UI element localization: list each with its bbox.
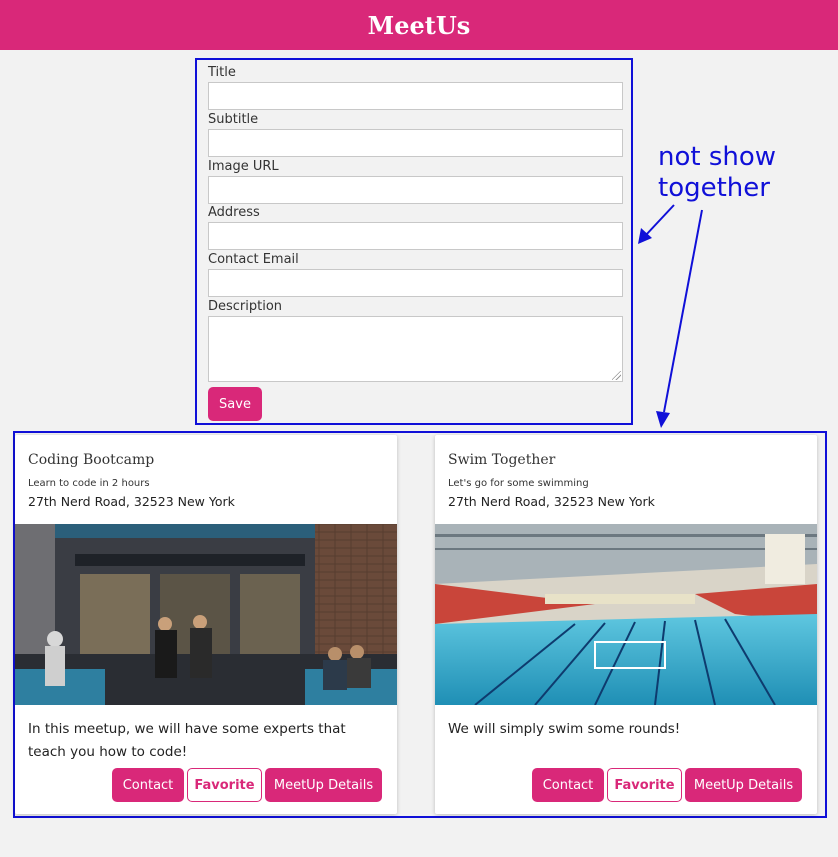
image-url-input[interactable] [208, 176, 623, 204]
contact-email-label: Contact Email [208, 252, 299, 267]
meetup-details-button[interactable]: MeetUp Details [265, 768, 382, 802]
annotation-line-2: together [658, 173, 770, 203]
meetup-list: Coding Bootcamp Learn to code in 2 hours… [13, 431, 827, 818]
meetup-details-button[interactable]: MeetUp Details [685, 768, 802, 802]
image-url-label: Image URL [208, 159, 279, 174]
arrow-head-cards-icon [656, 411, 670, 428]
arrow-to-cards [663, 209, 703, 413]
description-label: Description [208, 299, 283, 314]
subtitle-label: Subtitle [208, 112, 259, 127]
contact-button[interactable]: Contact [112, 768, 184, 802]
meetup-description: We will simply swim some rounds! [448, 721, 681, 737]
meetup-description: In this meetup, we will have some expert… [28, 721, 346, 760]
contact-button[interactable]: Contact [532, 768, 604, 802]
meetup-title: Coding Bootcamp [28, 452, 155, 468]
title-label: Title [208, 65, 236, 80]
contact-email-input[interactable] [208, 269, 623, 297]
favorite-button[interactable]: Favorite [187, 768, 262, 802]
favorite-button[interactable]: Favorite [607, 768, 682, 802]
meetup-image [435, 524, 817, 705]
meetup-image [15, 524, 397, 705]
address-label: Address [208, 205, 260, 220]
meetup-address: 27th Nerd Road, 32523 New York [28, 494, 235, 509]
meetup-address: 27th Nerd Road, 32523 New York [448, 494, 655, 509]
annotation-text: not show together [658, 142, 776, 204]
meetup-card: Coding Bootcamp Learn to code in 2 hours… [15, 435, 397, 814]
arrow-to-form [644, 204, 675, 237]
meetup-form: Title Subtitle Image URL Address Contact… [195, 58, 633, 425]
app-title: MeetUs [367, 10, 471, 40]
title-input[interactable] [208, 82, 623, 110]
description-textarea[interactable] [208, 316, 623, 382]
annotation-line-1: not show [658, 142, 777, 172]
address-input[interactable] [208, 222, 623, 250]
arrow-head-form-icon [638, 228, 652, 244]
meetup-subtitle: Learn to code in 2 hours [28, 478, 150, 489]
save-button[interactable]: Save [208, 387, 262, 421]
meetup-subtitle: Let's go for some swimming [448, 478, 589, 489]
resize-handle-icon[interactable] [612, 371, 621, 380]
meetup-card: Swim Together Let's go for some swimming… [435, 435, 817, 814]
app-header: MeetUs [0, 0, 838, 50]
meetup-title: Swim Together [448, 452, 556, 468]
subtitle-input[interactable] [208, 129, 623, 157]
